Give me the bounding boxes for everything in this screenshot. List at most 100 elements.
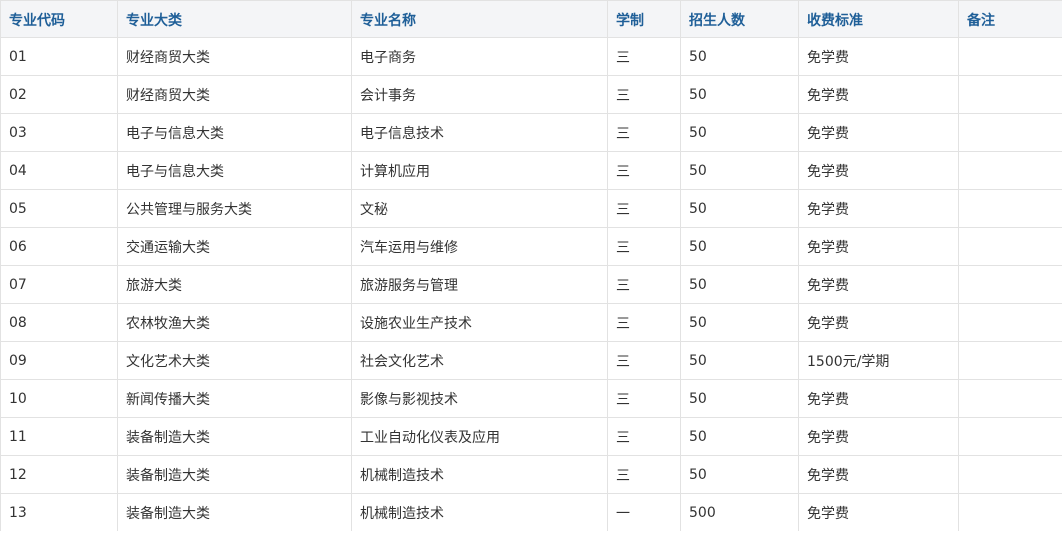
table-body: 01 财经商贸大类 电子商务三 50 免学费 02 财经商贸大类 会计事务三 50 免学费 03 电子… — [0, 37, 1062, 531]
cell-remarks — [958, 151, 1062, 190]
cell-remarks — [958, 75, 1062, 114]
cell-duration: 三 — [607, 75, 681, 114]
cell-major-category: 交通运输大类 — [117, 227, 352, 266]
cell-major-name: 计算机应用 — [351, 151, 608, 190]
header-major-category: 专业大类 — [117, 0, 352, 38]
cell-major-category: 电子与信息大类 — [117, 113, 352, 152]
cell-fee: 免学费 — [798, 75, 959, 114]
cell-duration: 三 — [607, 303, 681, 342]
cell-duration: 三 — [607, 455, 681, 494]
table-header: 专业代码 专业大类 专业名称 学制 招生人数 收费标准 备注 — [0, 0, 1062, 38]
cell-major-name: 机械制造技术 — [351, 455, 608, 494]
cell-major-category: 旅游大类 — [117, 265, 352, 304]
cell-major-category: 财经商贸大类 — [117, 75, 352, 114]
cell-major-name: 机械制造技术 — [351, 493, 608, 531]
cell-major-name: 设施农业生产技术 — [351, 303, 608, 342]
cell-remarks — [958, 113, 1062, 152]
cell-major-code: 09 — [0, 341, 118, 380]
cell-fee: 免学费 — [798, 379, 959, 418]
cell-major-name: 会计事务 — [351, 75, 608, 114]
cell-enrollment: 50 — [680, 151, 799, 190]
cell-remarks — [958, 265, 1062, 304]
cell-remarks — [958, 303, 1062, 342]
table-row: 11 装备制造大类 工业自动化仪表及应用三 50 免学费 — [0, 417, 1062, 456]
cell-major-code: 02 — [0, 75, 118, 114]
cell-major-category: 装备制造大类 — [117, 455, 352, 494]
cell-major-code: 07 — [0, 265, 118, 304]
header-fee: 收费标准 — [798, 0, 959, 38]
table-row: 05 公共管理与服务大类 文秘三 50 免学费 — [0, 189, 1062, 228]
cell-major-code: 05 — [0, 189, 118, 228]
cell-enrollment: 50 — [680, 379, 799, 418]
cell-major-category: 电子与信息大类 — [117, 151, 352, 190]
cell-major-name: 旅游服务与管理 — [351, 265, 608, 304]
cell-major-code: 06 — [0, 227, 118, 266]
cell-fee: 免学费 — [798, 227, 959, 266]
cell-fee: 1500元/学期 — [798, 341, 959, 380]
cell-major-code: 08 — [0, 303, 118, 342]
cell-enrollment: 50 — [680, 265, 799, 304]
header-major-code: 专业代码 — [0, 0, 118, 38]
cell-remarks — [958, 455, 1062, 494]
table-row: 10 新闻传播大类 影像与影视技术三 50 免学费 — [0, 379, 1062, 418]
cell-fee: 免学费 — [798, 303, 959, 342]
cell-remarks — [958, 37, 1062, 76]
table-row: 06 交通运输大类 汽车运用与维修三 50 免学费 — [0, 227, 1062, 266]
cell-duration: 三 — [607, 37, 681, 76]
cell-major-category: 财经商贸大类 — [117, 37, 352, 76]
cell-duration: 三 — [607, 417, 681, 456]
cell-major-category: 文化艺术大类 — [117, 341, 352, 380]
cell-major-code: 13 — [0, 493, 118, 531]
cell-duration: 一 — [607, 493, 681, 531]
cell-remarks — [958, 341, 1062, 380]
cell-duration: 三 — [607, 379, 681, 418]
cell-major-name: 汽车运用与维修 — [351, 227, 608, 266]
table-row: 02 财经商贸大类 会计事务三 50 免学费 — [0, 75, 1062, 114]
cell-major-name: 影像与影视技术 — [351, 379, 608, 418]
table-row: 04 电子与信息大类 计算机应用三 50 免学费 — [0, 151, 1062, 190]
table-row: 01 财经商贸大类 电子商务三 50 免学费 — [0, 37, 1062, 76]
cell-major-name: 工业自动化仪表及应用 — [351, 417, 608, 456]
cell-fee: 免学费 — [798, 417, 959, 456]
cell-enrollment: 50 — [680, 455, 799, 494]
cell-duration: 三 — [607, 227, 681, 266]
cell-major-category: 农林牧渔大类 — [117, 303, 352, 342]
cell-major-name: 文秘 — [351, 189, 608, 228]
header-enrollment: 招生人数 — [680, 0, 799, 38]
majors-table: 专业代码 专业大类 专业名称 学制 招生人数 收费标准 备注 01 财经商贸大类电… — [0, 0, 1062, 531]
cell-fee: 免学费 — [798, 37, 959, 76]
cell-enrollment: 50 — [680, 75, 799, 114]
cell-enrollment: 50 — [680, 341, 799, 380]
cell-remarks — [958, 189, 1062, 228]
cell-fee: 免学费 — [798, 493, 959, 531]
cell-duration: 三 — [607, 341, 681, 380]
cell-enrollment: 50 — [680, 189, 799, 228]
cell-enrollment: 50 — [680, 303, 799, 342]
table-row: 08 农林牧渔大类 设施农业生产技术三 50 免学费 — [0, 303, 1062, 342]
cell-fee: 免学费 — [798, 113, 959, 152]
table-row: 12 装备制造大类 机械制造技术三 50 免学费 — [0, 455, 1062, 494]
header-duration: 学制 — [607, 0, 681, 38]
cell-duration: 三 — [607, 151, 681, 190]
table-row: 07 旅游大类 旅游服务与管理三 50 免学费 — [0, 265, 1062, 304]
cell-major-name: 社会文化艺术 — [351, 341, 608, 380]
cell-fee: 免学费 — [798, 151, 959, 190]
cell-major-code: 11 — [0, 417, 118, 456]
cell-major-category: 装备制造大类 — [117, 493, 352, 531]
cell-major-code: 01 — [0, 37, 118, 76]
cell-fee: 免学费 — [798, 189, 959, 228]
header-remarks: 备注 — [958, 0, 1062, 38]
cell-enrollment: 50 — [680, 417, 799, 456]
cell-major-name: 电子信息技术 — [351, 113, 608, 152]
cell-remarks — [958, 379, 1062, 418]
header-major-name: 专业名称 — [351, 0, 608, 38]
cell-enrollment: 50 — [680, 113, 799, 152]
cell-major-code: 04 — [0, 151, 118, 190]
table-row: 13 装备制造大类 机械制造技术一 500 免学费 — [0, 493, 1062, 531]
cell-major-name: 电子商务 — [351, 37, 608, 76]
cell-remarks — [958, 493, 1062, 531]
cell-major-code: 10 — [0, 379, 118, 418]
cell-major-category: 装备制造大类 — [117, 417, 352, 456]
table-row: 09 文化艺术大类 社会文化艺术三 50 1500元/学期 — [0, 341, 1062, 380]
cell-fee: 免学费 — [798, 265, 959, 304]
